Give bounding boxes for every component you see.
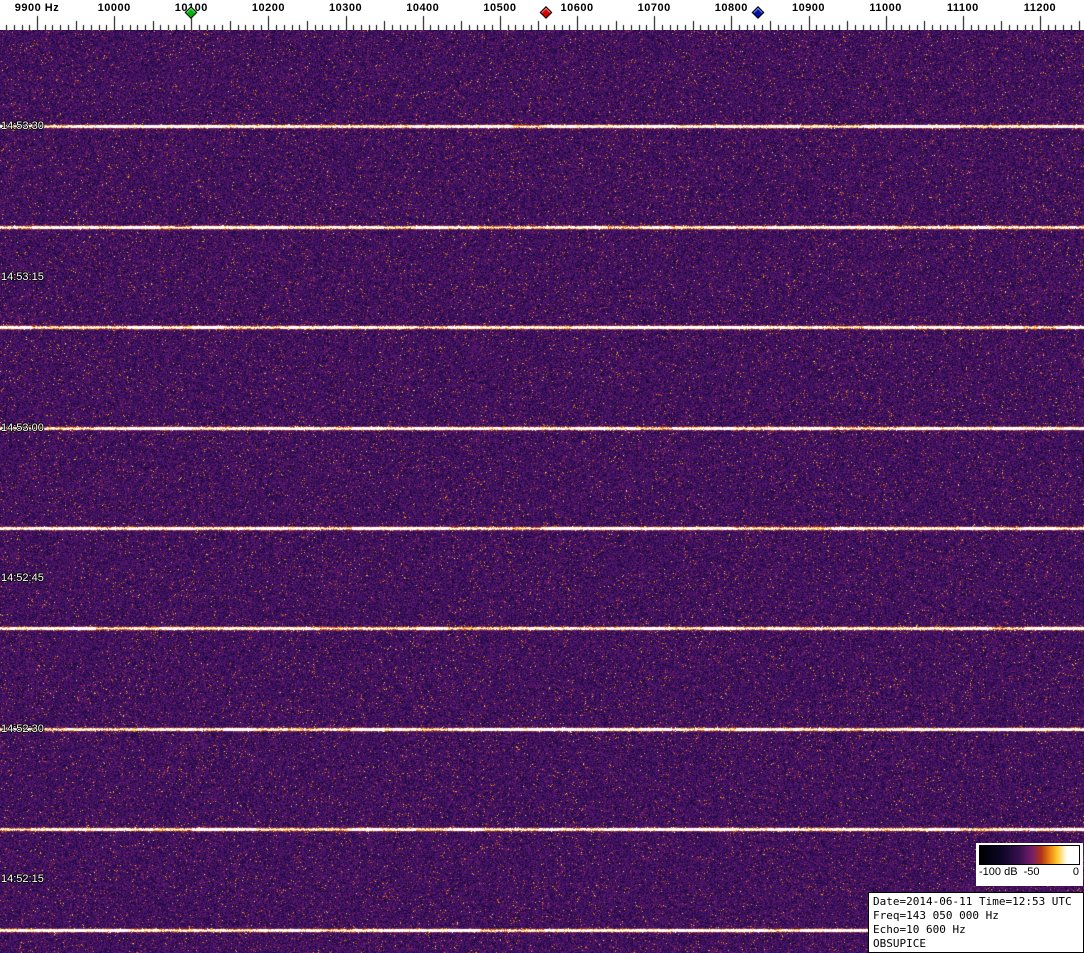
freq-tick-label: 10600	[560, 2, 594, 14]
color-scale-gradient	[979, 845, 1080, 865]
spectrum-waterfall-display: 9900 Hz100001010010200103001040010500106…	[0, 0, 1084, 953]
freq-tick-label: 11000	[869, 2, 902, 14]
status-info-box: Date=2014-06-11 Time=12:53 UTC Freq=143 …	[868, 892, 1084, 953]
color-scale-labels: -100 dB -50 0	[979, 865, 1080, 880]
freq-tick-label: 10900	[791, 2, 826, 14]
legend-max-label: 0	[1072, 866, 1079, 878]
freq-tick-label: 10500	[483, 2, 517, 14]
freq-tick-label: 11200	[1023, 2, 1057, 14]
info-echo-frequency: Echo=10 600 Hz	[873, 923, 966, 936]
freq-tick-label: 10300	[329, 2, 363, 14]
freq-tick-label: 10000	[97, 2, 131, 14]
info-date-time: Date=2014-06-11 Time=12:53 UTC	[873, 895, 1072, 908]
freq-tick-label: 10700	[637, 2, 671, 14]
legend-min-label: -100 dB	[979, 866, 1018, 878]
waterfall-spectrogram[interactable]	[0, 30, 1084, 953]
info-station-name: OBSUPICE	[873, 937, 926, 950]
freq-tick-label: 10400	[406, 2, 440, 14]
legend-mid-label: -50	[1023, 866, 1040, 878]
freq-tick-label: 9900 Hz	[14, 2, 60, 14]
freq-tick-label: 10800	[714, 2, 748, 14]
color-scale-legend: -100 dB -50 0	[976, 843, 1083, 886]
freq-tick-label: 11100	[946, 2, 979, 14]
freq-tick-label: 10200	[251, 2, 285, 14]
frequency-ruler[interactable]: 9900 Hz100001010010200103001040010500106…	[0, 0, 1084, 30]
info-frequency: Freq=143 050 000 Hz	[873, 909, 999, 922]
